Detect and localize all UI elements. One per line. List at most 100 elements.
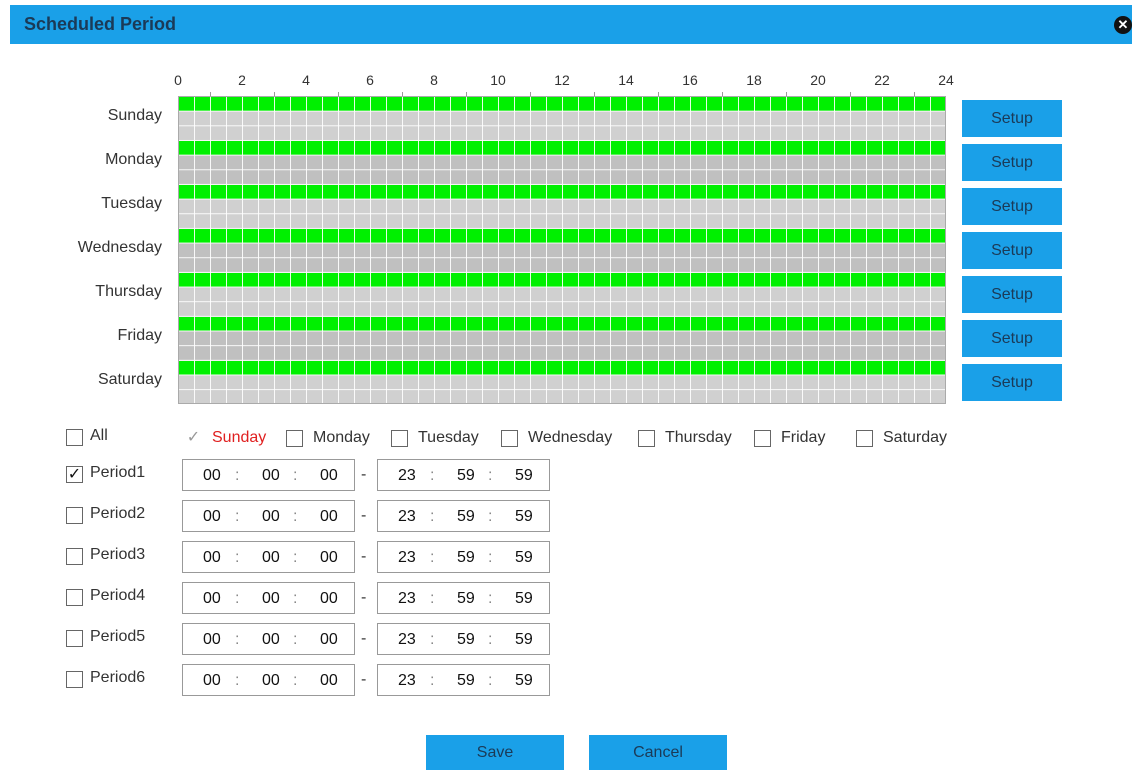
end-time-input[interactable]: 23 59 59:: xyxy=(377,459,550,491)
period-checkbox-4[interactable] xyxy=(66,589,83,606)
schedule-bar[interactable] xyxy=(178,317,946,331)
time-value[interactable]: 00 xyxy=(203,672,221,690)
start-time-input[interactable]: 00 00 00:: xyxy=(182,500,355,532)
time-separator: : xyxy=(235,508,240,525)
time-value[interactable]: 00 xyxy=(262,467,280,485)
schedule-bar[interactable] xyxy=(178,229,946,243)
schedule-bar[interactable] xyxy=(178,361,946,375)
time-value[interactable]: 00 xyxy=(262,631,280,649)
setup-button-monday[interactable]: Setup xyxy=(962,144,1062,181)
time-separator: : xyxy=(430,590,435,607)
time-value[interactable]: 59 xyxy=(457,508,475,526)
time-value[interactable]: 00 xyxy=(262,508,280,526)
period-checkbox-1[interactable]: ✓ xyxy=(66,466,83,483)
time-value[interactable]: 00 xyxy=(262,590,280,608)
period-checkbox-6[interactable] xyxy=(66,671,83,688)
day-label: Wednesday xyxy=(77,239,162,256)
time-separator: : xyxy=(430,631,435,648)
hour-tick-label: 24 xyxy=(938,72,954,88)
time-value[interactable]: 00 xyxy=(203,590,221,608)
setup-button-sunday[interactable]: Setup xyxy=(962,100,1062,137)
cancel-button[interactable]: Cancel xyxy=(589,735,727,770)
time-value[interactable]: 59 xyxy=(515,631,533,649)
day-checkbox-monday[interactable] xyxy=(286,430,303,447)
time-value[interactable]: 59 xyxy=(457,590,475,608)
time-separator: : xyxy=(235,590,240,607)
end-time-input[interactable]: 23 59 59:: xyxy=(377,664,550,696)
time-separator: : xyxy=(430,467,435,484)
day-checkbox-saturday[interactable] xyxy=(856,430,873,447)
time-value[interactable]: 59 xyxy=(515,672,533,690)
day-checkbox-tuesday[interactable] xyxy=(391,430,408,447)
period-checkbox-3[interactable] xyxy=(66,548,83,565)
start-time-input[interactable]: 00 00 00:: xyxy=(182,582,355,614)
time-value[interactable]: 59 xyxy=(515,549,533,567)
time-value[interactable]: 59 xyxy=(457,467,475,485)
time-value[interactable]: 00 xyxy=(203,467,221,485)
hour-tick-label: 20 xyxy=(810,72,826,88)
time-value[interactable]: 00 xyxy=(203,631,221,649)
time-value[interactable]: 59 xyxy=(515,467,533,485)
time-value[interactable]: 00 xyxy=(320,631,338,649)
time-separator: : xyxy=(235,549,240,566)
period-label: Period2 xyxy=(90,505,146,522)
all-checkbox[interactable] xyxy=(66,429,83,446)
time-value[interactable]: 00 xyxy=(320,508,338,526)
time-value[interactable]: 59 xyxy=(515,508,533,526)
setup-button-saturday[interactable]: Setup xyxy=(962,364,1062,401)
schedule-bar[interactable] xyxy=(178,273,946,287)
time-value[interactable]: 00 xyxy=(320,590,338,608)
end-time-input[interactable]: 23 59 59:: xyxy=(377,541,550,573)
time-value[interactable]: 00 xyxy=(320,549,338,567)
day-checkbox-sunday[interactable]: ✓ xyxy=(185,430,202,447)
time-value[interactable]: 23 xyxy=(398,467,416,485)
period-label: Period4 xyxy=(90,587,146,604)
save-button[interactable]: Save xyxy=(426,735,564,770)
close-icon[interactable]: ✕ xyxy=(1114,16,1132,34)
setup-button-thursday[interactable]: Setup xyxy=(962,276,1062,313)
time-value[interactable]: 23 xyxy=(398,549,416,567)
period-checkbox-2[interactable] xyxy=(66,507,83,524)
hour-tick-label: 2 xyxy=(238,72,246,88)
time-value[interactable]: 23 xyxy=(398,508,416,526)
time-value[interactable]: 00 xyxy=(320,467,338,485)
range-separator: - xyxy=(361,671,367,688)
time-value[interactable]: 00 xyxy=(262,672,280,690)
schedule-bar[interactable] xyxy=(178,141,946,155)
all-label: All xyxy=(90,427,108,444)
setup-button-friday[interactable]: Setup xyxy=(962,320,1062,357)
hour-tick-label: 6 xyxy=(366,72,374,88)
time-value[interactable]: 23 xyxy=(398,672,416,690)
end-time-input[interactable]: 23 59 59:: xyxy=(377,500,550,532)
day-checkbox-label: Monday xyxy=(313,429,370,446)
day-checkbox-wednesday[interactable] xyxy=(501,430,518,447)
start-time-input[interactable]: 00 00 00:: xyxy=(182,664,355,696)
day-checkbox-friday[interactable] xyxy=(754,430,771,447)
time-separator: : xyxy=(293,508,298,525)
day-label: Thursday xyxy=(95,283,162,300)
time-value[interactable]: 00 xyxy=(320,672,338,690)
schedule-bar[interactable] xyxy=(178,97,946,111)
time-value[interactable]: 00 xyxy=(262,549,280,567)
time-separator: : xyxy=(293,672,298,689)
time-value[interactable]: 59 xyxy=(457,631,475,649)
period-checkbox-5[interactable] xyxy=(66,630,83,647)
time-separator: : xyxy=(235,631,240,648)
time-separator: : xyxy=(488,549,493,566)
schedule-bar[interactable] xyxy=(178,185,946,199)
start-time-input[interactable]: 00 00 00:: xyxy=(182,459,355,491)
start-time-input[interactable]: 00 00 00:: xyxy=(182,541,355,573)
time-value[interactable]: 23 xyxy=(398,590,416,608)
time-value[interactable]: 59 xyxy=(457,549,475,567)
time-value[interactable]: 00 xyxy=(203,549,221,567)
time-value[interactable]: 59 xyxy=(515,590,533,608)
start-time-input[interactable]: 00 00 00:: xyxy=(182,623,355,655)
end-time-input[interactable]: 23 59 59:: xyxy=(377,623,550,655)
end-time-input[interactable]: 23 59 59:: xyxy=(377,582,550,614)
day-checkbox-thursday[interactable] xyxy=(638,430,655,447)
setup-button-tuesday[interactable]: Setup xyxy=(962,188,1062,225)
time-value[interactable]: 23 xyxy=(398,631,416,649)
time-value[interactable]: 59 xyxy=(457,672,475,690)
time-value[interactable]: 00 xyxy=(203,508,221,526)
setup-button-wednesday[interactable]: Setup xyxy=(962,232,1062,269)
